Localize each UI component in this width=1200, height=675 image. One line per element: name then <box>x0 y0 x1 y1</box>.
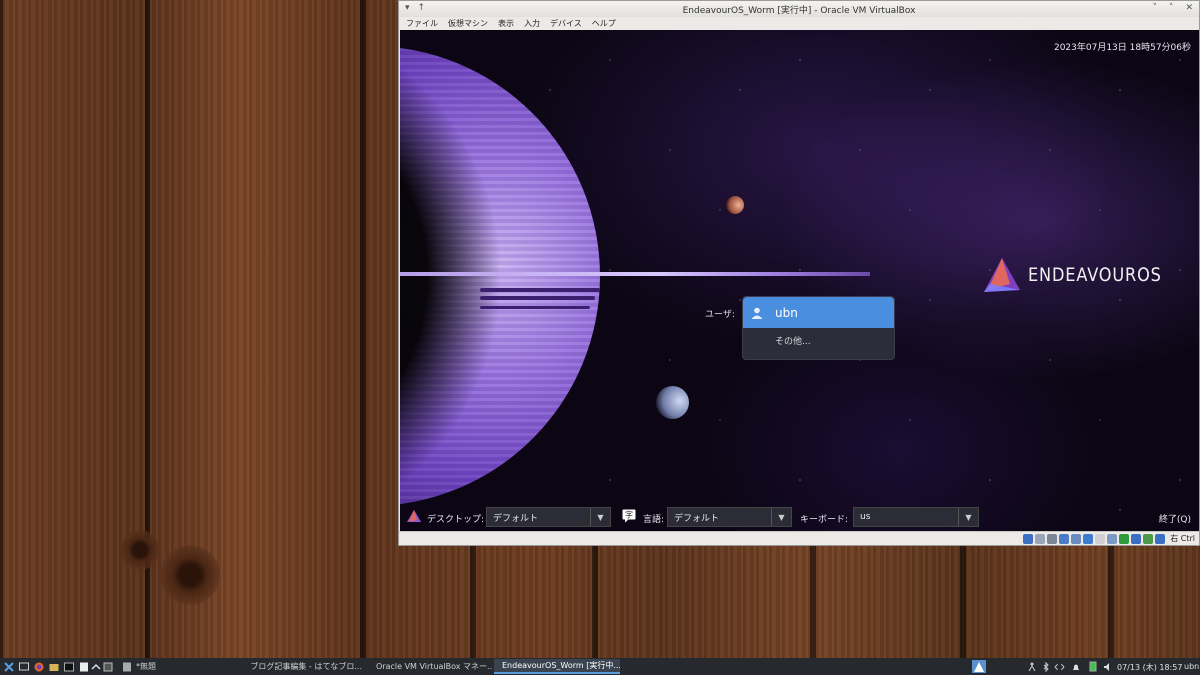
endeavouros-logo-icon <box>984 258 1020 292</box>
dropdown-arrow-icon: ▼ <box>590 508 610 526</box>
firefox-icon[interactable] <box>33 661 44 672</box>
dropdown-arrow-icon: ▼ <box>958 508 978 526</box>
vm-device-status-icon[interactable] <box>1059 533 1070 544</box>
vm-device-status-icon[interactable] <box>1047 533 1058 544</box>
planet-ring <box>400 272 870 276</box>
vm-device-status-icon[interactable] <box>1155 533 1166 544</box>
taskbar-task-blog[interactable]: ブログ記事編集 - はてなブロ... <box>242 659 366 674</box>
bluetooth-icon[interactable] <box>1040 661 1051 672</box>
task-label: EndeavourOS_Worm [実行中... <box>502 661 620 670</box>
taskbar-task-endeavouros-vm[interactable]: EndeavourOS_Worm [実行中... <box>494 659 620 674</box>
user-item-other[interactable]: その他... <box>743 328 894 347</box>
language-icon: 字 <box>622 509 636 523</box>
menu-help[interactable]: ヘルプ <box>592 18 616 29</box>
vm-device-status-icon[interactable] <box>1095 533 1106 544</box>
dropdown-arrow-icon: ▼ <box>771 508 791 526</box>
host-key-label: 右 Ctrl <box>1170 534 1195 543</box>
desktop-session-label: デスクトップ: <box>427 515 485 525</box>
text-editor-icon[interactable] <box>78 661 89 672</box>
quit-button[interactable]: 終了(Q) <box>1159 512 1191 525</box>
window-titlebar[interactable]: ▾ ↑ EndeavourOS_Worm [実行中] - Oracle VM V… <box>399 1 1199 17</box>
wood-knot <box>120 530 160 570</box>
app-menu-icon[interactable] <box>3 661 14 672</box>
vm-device-status-icon[interactable] <box>1107 533 1118 544</box>
task-label: *無題 <box>136 662 156 671</box>
vm-display[interactable]: 2023年07月13日 18時57分06秒 ENDEAVOUROS ユーザ: u… <box>400 30 1199 531</box>
desktop-icon[interactable] <box>18 661 29 672</box>
keyboard-value: us <box>860 512 871 522</box>
window-menu-icon[interactable]: ▾ <box>405 3 410 13</box>
menu-file[interactable]: ファイル <box>406 18 438 29</box>
battery-icon[interactable] <box>1087 661 1098 672</box>
vm-device-status-icon[interactable] <box>1131 533 1142 544</box>
menubar: ファイル 仮想マシン 表示 入力 デバイス ヘルプ <box>399 17 1199 30</box>
language-value: デフォルト <box>674 513 720 524</box>
vm-device-status-icon[interactable] <box>1023 533 1034 544</box>
endeavouros-tray-icon[interactable] <box>972 660 986 673</box>
network-icon[interactable] <box>1054 661 1065 672</box>
titlebar-left-controls: ▾ ↑ <box>405 3 425 13</box>
minimize-icon[interactable]: ˅ <box>1152 3 1157 13</box>
taskbar-user[interactable]: ubn <box>1184 662 1199 671</box>
vm-statusbar: 右 Ctrl <box>399 531 1199 545</box>
language-label: 言語: <box>643 515 665 525</box>
endeavouros-logo: ENDEAVOUROS <box>980 254 1185 296</box>
svg-text:字: 字 <box>625 510 633 520</box>
small-moon <box>726 196 744 214</box>
window-switcher-icon[interactable] <box>102 661 113 672</box>
endeavouros-small-icon <box>407 510 421 522</box>
keyboard-select[interactable]: us ▼ <box>853 507 979 527</box>
user-icon <box>751 307 763 319</box>
vm-device-status-icon[interactable] <box>1071 533 1082 544</box>
keep-above-icon[interactable]: ↑ <box>418 3 426 13</box>
desktop-session-value: デフォルト <box>493 513 539 524</box>
titlebar-right-controls: ˅ ˄ ✕ <box>1152 3 1193 13</box>
status-icons: 右 Ctrl <box>1023 533 1195 544</box>
accessibility-icon[interactable] <box>1026 661 1037 672</box>
user-label: ユーザ: <box>705 310 735 320</box>
notification-bell-icon[interactable] <box>1070 661 1081 672</box>
taskbar-task-vbox-manager[interactable]: Oracle VM VirtualBox マネー... <box>368 659 492 674</box>
user-list: ubn その他... <box>742 296 895 360</box>
wood-knot <box>160 545 220 605</box>
planet-band <box>480 288 600 292</box>
vm-device-status-icon[interactable] <box>1035 533 1046 544</box>
planet-band <box>480 306 590 309</box>
close-icon[interactable]: ✕ <box>1185 3 1193 13</box>
task-label: Oracle VM VirtualBox マネー... <box>376 662 492 671</box>
planet-band <box>480 296 595 300</box>
virtualbox-window: ▾ ↑ EndeavourOS_Worm [実行中] - Oracle VM V… <box>398 0 1200 546</box>
chevron-up-icon[interactable] <box>90 661 101 672</box>
moon <box>656 386 689 419</box>
document-icon <box>123 662 131 671</box>
taskbar: *無題 ブログ記事編集 - はてなブロ... Oracle VM Virtual… <box>0 658 1200 675</box>
vm-device-status-icon[interactable] <box>1083 533 1094 544</box>
task-label: ブログ記事編集 - はてなブロ... <box>250 662 362 671</box>
login-clock: 2023年07月13日 18時57分06秒 <box>1053 43 1191 53</box>
desktop-session-select[interactable]: デフォルト ▼ <box>486 507 611 527</box>
keyboard-label: キーボード: <box>800 515 849 525</box>
menu-devices[interactable]: デバイス <box>550 18 582 29</box>
menu-machine[interactable]: 仮想マシン <box>448 18 488 29</box>
maximize-icon[interactable]: ˄ <box>1169 3 1174 13</box>
taskbar-task-untitled[interactable]: *無題 <box>118 659 238 674</box>
user-item-selected[interactable]: ubn <box>743 297 894 328</box>
terminal-icon[interactable] <box>63 661 74 672</box>
menu-view[interactable]: 表示 <box>498 18 514 29</box>
menu-input[interactable]: 入力 <box>524 18 540 29</box>
logo-text: ENDEAVOUROS <box>1028 264 1162 286</box>
volume-icon[interactable] <box>1102 661 1113 672</box>
window-title: EndeavourOS_Worm [実行中] - Oracle VM Virtu… <box>682 5 916 16</box>
vm-device-status-icon[interactable] <box>1143 533 1154 544</box>
taskbar-clock[interactable]: 07/13 (木) 18:57 <box>1117 662 1182 673</box>
file-manager-icon[interactable] <box>48 661 59 672</box>
login-bottom-bar: デスクトップ: デフォルト ▼ 字 言語: デフォルト ▼ キーボード: us … <box>400 506 1199 528</box>
language-select[interactable]: デフォルト ▼ <box>667 507 792 527</box>
selected-user-name: ubn <box>775 305 798 320</box>
vm-device-status-icon[interactable] <box>1119 533 1130 544</box>
